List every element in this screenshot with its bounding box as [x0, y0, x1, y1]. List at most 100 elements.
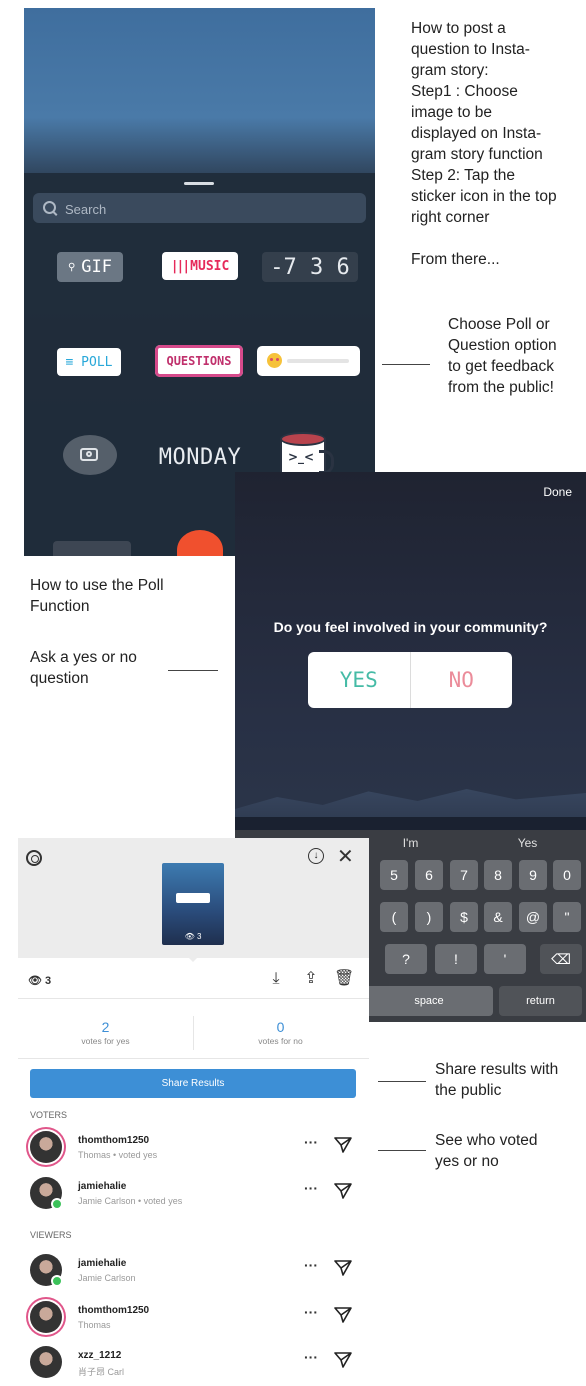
- voter-row[interactable]: thomthom1250 Thomas • voted yes ···: [18, 1128, 369, 1170]
- music-sticker[interactable]: ||| MUSIC: [162, 252, 238, 280]
- username[interactable]: xzz_1212: [78, 1350, 121, 1361]
- story-thumbnail[interactable]: 👁 3: [162, 863, 224, 945]
- user-subtitle: Thomas: [78, 1320, 111, 1330]
- sticker-search-bar[interactable]: [33, 193, 366, 223]
- key-exclamation[interactable]: !: [435, 944, 477, 974]
- mug-handle: [319, 450, 334, 474]
- online-indicator: [51, 1198, 63, 1210]
- key-7[interactable]: 7: [450, 860, 478, 890]
- space-key[interactable]: space: [365, 986, 493, 1016]
- suggestion-3[interactable]: Yes: [469, 836, 586, 850]
- download-icon[interactable]: ⤓: [266, 969, 286, 989]
- username[interactable]: jamiehalie: [78, 1258, 126, 1269]
- poll-yes-option[interactable]: YES: [308, 652, 411, 708]
- no-votes-label: votes for no: [258, 1036, 303, 1046]
- username[interactable]: jamiehalie: [78, 1181, 126, 1192]
- key-0[interactable]: 0: [553, 860, 581, 890]
- key-ampersand[interactable]: &: [484, 902, 512, 932]
- settings-gear-icon[interactable]: [26, 850, 42, 866]
- emoji-slider-icon: [267, 353, 282, 368]
- countdown-sticker[interactable]: -7 3 6: [262, 252, 358, 282]
- leader-line: [378, 1150, 426, 1151]
- send-icon[interactable]: [334, 1307, 352, 1323]
- done-button[interactable]: Done: [543, 485, 572, 499]
- close-icon[interactable]: ✕: [337, 844, 354, 869]
- questions-sticker-label: QUESTIONS: [166, 354, 232, 368]
- key-9[interactable]: 9: [519, 860, 547, 890]
- key-6[interactable]: 6: [415, 860, 443, 890]
- viewer-row[interactable]: xzz_1212 肖子昂 Carl ···: [18, 1343, 369, 1385]
- key-apostrophe[interactable]: ': [484, 944, 526, 974]
- voters-header: VOTERS: [30, 1110, 68, 1120]
- avatar[interactable]: [30, 1177, 63, 1210]
- avatar[interactable]: [30, 1301, 62, 1333]
- view-count[interactable]: 👁 3: [28, 974, 51, 987]
- monday-sticker-label: MONDAY: [158, 444, 242, 470]
- user-subtitle: Jamie Carlson • voted yes: [78, 1196, 183, 1206]
- viewer-row[interactable]: jamiehalie Jamie Carlson ···: [18, 1251, 369, 1293]
- laptop-sticker[interactable]: [53, 541, 131, 556]
- poll-sticker-widget: YES NO: [308, 652, 512, 708]
- sticker-search-input[interactable]: [63, 197, 357, 221]
- more-options-icon[interactable]: ···: [304, 1134, 318, 1150]
- leader-line: [168, 670, 218, 671]
- no-votes-count: 0: [276, 1019, 285, 1035]
- poll-sticker[interactable]: ≡ POLL: [57, 348, 121, 376]
- viewer-row[interactable]: thomthom1250 Thomas ···: [18, 1298, 369, 1340]
- suggestion-2[interactable]: I'm: [352, 836, 469, 850]
- gif-sticker-label: GIF: [81, 257, 113, 277]
- monday-sticker[interactable]: MONDAY: [152, 440, 248, 474]
- slider-track: [287, 359, 349, 363]
- key-open-paren[interactable]: (: [380, 902, 408, 932]
- username[interactable]: thomthom1250: [78, 1135, 149, 1146]
- thumbnail-poll: [176, 893, 210, 903]
- emoji-slider-sticker[interactable]: [257, 346, 360, 376]
- online-indicator: [51, 1275, 63, 1287]
- key-dollar[interactable]: $: [450, 902, 478, 932]
- backspace-key[interactable]: ⌫: [540, 944, 582, 974]
- instruction-ask-question: Ask a yes or no question: [30, 649, 137, 687]
- username[interactable]: thomthom1250: [78, 1305, 149, 1316]
- more-options-icon[interactable]: ···: [304, 1180, 318, 1196]
- instruction-choose-poll: Choose Poll or Question option to get fe…: [448, 316, 557, 396]
- return-key[interactable]: return: [499, 986, 582, 1016]
- thumbnail-count-value: 3: [196, 932, 202, 941]
- avatar[interactable]: [30, 1131, 62, 1163]
- countdown-sticker-label: -7 3 6: [270, 254, 350, 280]
- tray-drag-handle[interactable]: [184, 182, 214, 185]
- instruction-use-poll: How to use the Poll Function: [30, 577, 164, 615]
- key-question[interactable]: ?: [385, 944, 427, 974]
- key-quote[interactable]: ": [553, 902, 581, 932]
- gif-sticker[interactable]: ⚲ GIF: [57, 252, 123, 282]
- key-8[interactable]: 8: [484, 860, 512, 890]
- poll-question[interactable]: Do you feel involved in your community?: [235, 619, 586, 635]
- share-results-button[interactable]: Share Results: [30, 1069, 356, 1098]
- key-close-paren[interactable]: ): [415, 902, 443, 932]
- leader-line: [382, 364, 430, 365]
- view-count-value: 3: [45, 975, 52, 987]
- delete-icon[interactable]: 🗑: [334, 969, 354, 989]
- camera-sticker[interactable]: [63, 435, 117, 475]
- key-5[interactable]: 5: [380, 860, 408, 890]
- voter-row[interactable]: jamiehalie Jamie Carlson • voted yes ···: [18, 1174, 369, 1216]
- search-icon: ⚲: [67, 261, 76, 273]
- share-icon[interactable]: ⇪: [301, 969, 321, 989]
- preview-pointer: [186, 955, 200, 962]
- user-subtitle: 肖子昂 Carl: [78, 1367, 125, 1377]
- poll-sticker-label: ≡ POLL: [65, 354, 113, 370]
- poll-no-option[interactable]: NO: [411, 652, 513, 708]
- send-icon[interactable]: [334, 1183, 352, 1199]
- instruction-post-question: How to post a question to Insta- gram st…: [411, 20, 557, 268]
- avatar[interactable]: [30, 1346, 62, 1378]
- send-icon[interactable]: [334, 1352, 352, 1368]
- more-options-icon[interactable]: ···: [304, 1304, 318, 1320]
- questions-sticker[interactable]: QUESTIONS: [155, 345, 243, 377]
- avatar[interactable]: [30, 1254, 63, 1287]
- key-at[interactable]: @: [519, 902, 547, 932]
- more-options-icon[interactable]: ···: [304, 1349, 318, 1365]
- more-options-icon[interactable]: ···: [304, 1257, 318, 1273]
- send-icon[interactable]: [334, 1260, 352, 1276]
- highlight-icon[interactable]: ↓: [308, 848, 324, 864]
- search-icon: [43, 201, 56, 214]
- send-icon[interactable]: [334, 1137, 352, 1153]
